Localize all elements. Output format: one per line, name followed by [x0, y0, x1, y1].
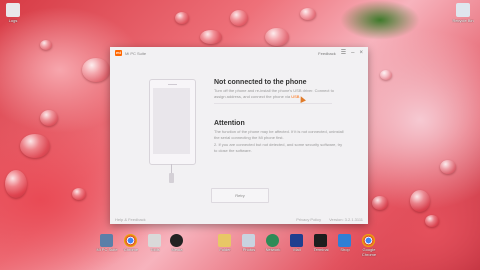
recycle-bin-icon — [456, 3, 470, 17]
not-connected-heading: Not connected to the phone — [214, 79, 307, 86]
taskbar-item-network[interactable]: Network — [266, 234, 284, 252]
tools-icon — [148, 234, 161, 247]
shop-icon — [338, 234, 351, 247]
window-titlebar: mi Mi PC Suite Feedback ☰ – × — [110, 47, 368, 59]
taskbar-label: Google Chrome — [361, 247, 377, 257]
water-drop — [425, 215, 439, 227]
globe-icon — [266, 234, 279, 247]
water-drop — [72, 188, 86, 200]
water-drop — [372, 196, 388, 210]
privacy-policy-link[interactable]: Privacy Policy — [296, 217, 321, 222]
taskbar-label: Network — [265, 247, 281, 252]
taskbar-item-chrome[interactable]: Chrome — [124, 234, 142, 252]
taskbar-item-shop[interactable]: Shop — [338, 234, 356, 252]
water-drop — [175, 12, 189, 24]
water-drop — [20, 134, 50, 158]
version-text: Version: 3.2.1.3111 — [329, 217, 363, 222]
attention-item-1: The function of the phone may be affecte… — [214, 129, 344, 140]
taskbar-label: Chrome — [123, 247, 139, 252]
water-drop — [200, 30, 222, 44]
water-drop — [410, 190, 430, 212]
usb-cable — [171, 164, 172, 173]
window-footer: Help & Feedback Privacy Policy Version: … — [110, 215, 368, 224]
mi-pc-suite-window: mi Mi PC Suite Feedback ☰ – × Not connec… — [110, 47, 368, 224]
desktop-icon-top-left[interactable]: Logs — [2, 3, 24, 23]
terminal-icon — [314, 234, 327, 247]
taskbar-label: Folder — [219, 247, 231, 252]
feedback-link[interactable]: Feedback — [318, 51, 336, 56]
not-connected-description: Turn off the phone and re-install the ph… — [214, 88, 344, 99]
water-drop — [230, 10, 248, 26]
menu-icon[interactable]: ☰ — [341, 50, 346, 56]
mi-logo-icon: mi — [115, 50, 122, 56]
water-drop — [440, 160, 456, 174]
retry-button[interactable]: Retry — [211, 188, 269, 203]
water-drop — [40, 110, 58, 126]
folder-icon — [6, 3, 20, 17]
phone-illustration — [149, 79, 196, 165]
usb-plug-icon — [169, 173, 174, 183]
help-feedback-link[interactable]: Help & Feedback — [115, 217, 146, 222]
taskbar-label: Mi PC Suite — [96, 247, 118, 252]
close-icon[interactable]: × — [359, 50, 363, 56]
taskbar-item-terminal[interactable]: Terminal — [313, 234, 332, 252]
taskbar-item-tools[interactable]: Tools — [148, 234, 166, 252]
attention-heading: Attention — [214, 120, 245, 127]
taskbar-item-folder[interactable]: Folder — [218, 234, 236, 252]
water-drop — [5, 170, 27, 198]
mail-icon — [290, 234, 303, 247]
taskbar-item-mail[interactable]: Mail — [290, 234, 308, 252]
attention-item-2: 2. If you are connected but not detected… — [214, 142, 343, 153]
chrome-icon — [362, 234, 375, 247]
app-title: Mi PC Suite — [125, 50, 147, 56]
taskbar-item-mi-pc-suite[interactable]: Mi PC Suite — [96, 234, 118, 252]
desktop-icon-label: Logs — [8, 18, 18, 23]
water-drop — [265, 28, 289, 46]
photos-icon — [242, 234, 255, 247]
taskbar-item-google-chrome[interactable]: Google Chrome — [362, 234, 380, 257]
taskbar-label: Photos — [242, 247, 256, 252]
status-content: Not connected to the phone Turn off the … — [214, 79, 344, 153]
taskbar-label: Tools — [150, 247, 160, 252]
chrome-icon — [124, 234, 137, 247]
taskbar-item-photos[interactable]: Photos — [242, 234, 260, 252]
desktop-icon-recycle-bin[interactable]: Recycle Bin — [452, 3, 474, 23]
minimize-icon[interactable]: – — [351, 50, 354, 56]
desktop-icon-label: Recycle Bin — [452, 18, 474, 23]
media-icon — [170, 234, 183, 247]
folder-icon — [218, 234, 231, 247]
water-drop — [40, 40, 52, 50]
phone-screen — [153, 88, 190, 154]
mi-pc-suite-icon — [100, 234, 113, 247]
taskbar-label: Shop — [340, 247, 350, 252]
taskbar-item-media[interactable]: Media — [170, 234, 188, 252]
taskbar-label: Media — [171, 247, 183, 252]
phone-speaker — [168, 84, 177, 85]
taskbar-label: Mail — [293, 247, 301, 252]
water-drop — [82, 58, 110, 82]
taskbar-label: Terminal — [313, 247, 329, 252]
not-connected-text: Turn off the phone and re-install the ph… — [214, 88, 334, 99]
water-drop — [300, 8, 316, 20]
water-drop — [380, 70, 392, 80]
background-leaf-shade — [340, 0, 420, 40]
divider — [214, 103, 332, 104]
